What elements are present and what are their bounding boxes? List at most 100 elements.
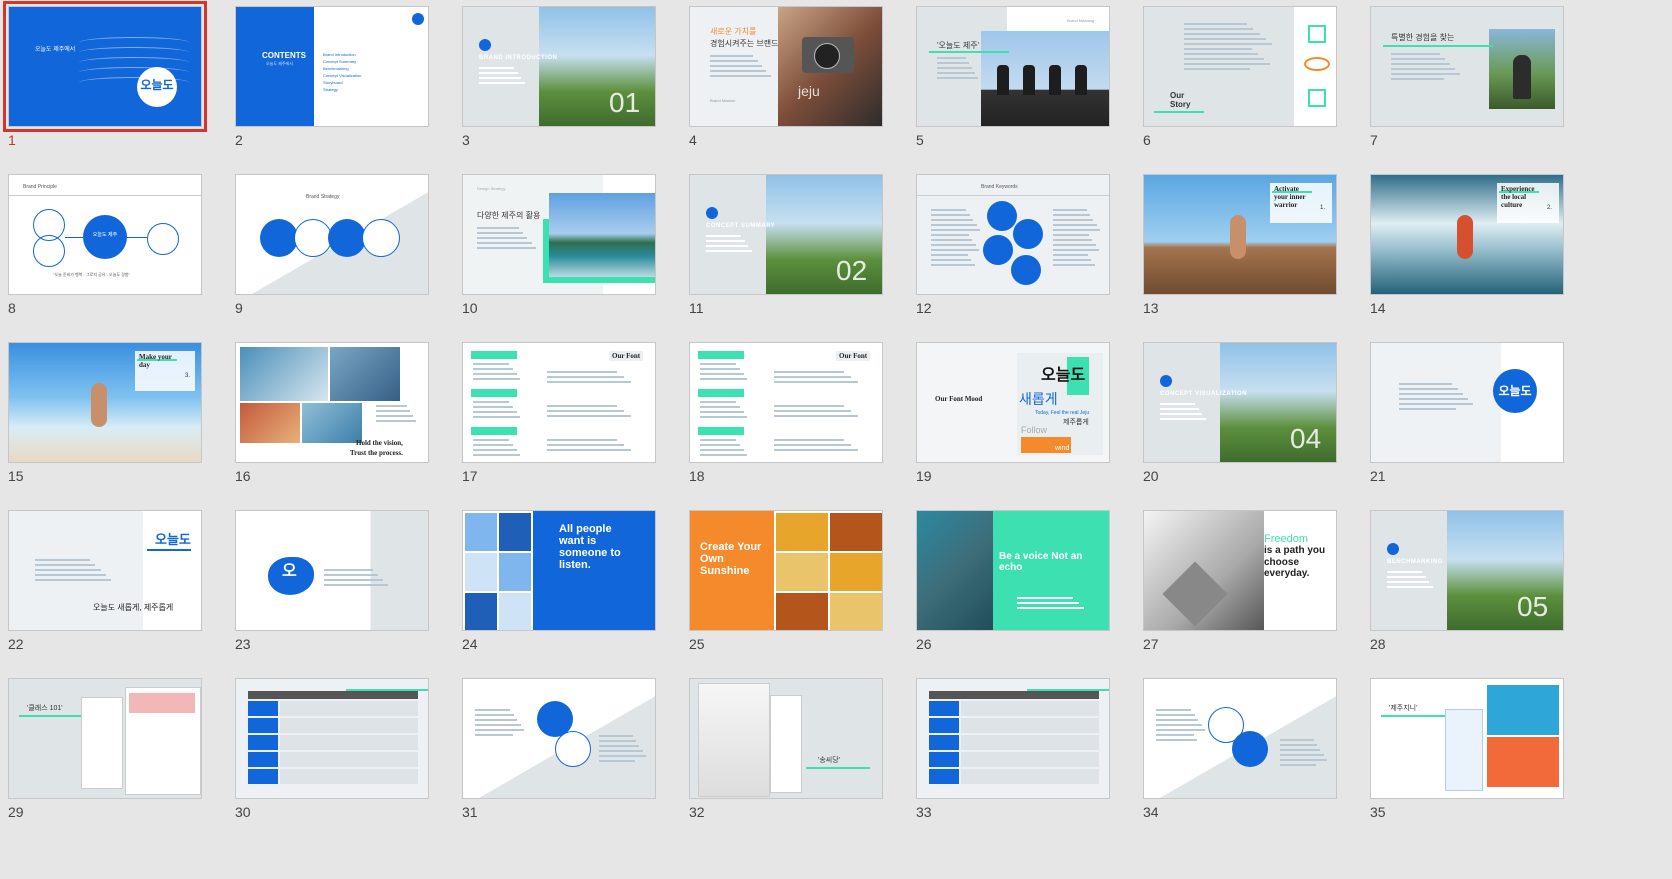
slide-17-preview[interactable]: Our Font [462, 342, 656, 463]
slide-10-preview[interactable]: Design Strategy 다양한 제주의 활용 [462, 174, 656, 295]
body-text-lines [1399, 383, 1475, 413]
slide-9-preview[interactable]: Brand Strategy [235, 174, 429, 295]
slide-tag: Brand Meaning [1067, 18, 1095, 23]
slide-thumbnail-34: 34 [1143, 678, 1337, 846]
logo-badge [1160, 375, 1172, 387]
body-text-lines [710, 55, 772, 80]
slide-number: 15 [8, 468, 24, 484]
slide-title: Our Font [836, 351, 871, 362]
slide-thumbnail-20: CONCEPT VISUALIZATION 04 20 [1143, 342, 1337, 510]
slide-34-preview[interactable] [1143, 678, 1337, 799]
slide-16-preview[interactable]: Hold the vision, Trust the process. [235, 342, 429, 463]
photo [917, 511, 993, 630]
slide-number: 33 [916, 804, 932, 820]
body-text-lines [700, 401, 752, 421]
screenshot-2 [1487, 737, 1559, 787]
mood-tile [830, 553, 882, 591]
body-text-lines [547, 371, 647, 386]
slide-number: 18 [689, 468, 705, 484]
table-row-cell [280, 701, 418, 716]
slide-33-preview[interactable] [916, 678, 1110, 799]
principle-quote: "오늘 준비가 행복 - 그로지 공유 - 오늘도 경험" [53, 272, 130, 277]
slide-31-preview[interactable] [462, 678, 656, 799]
slide-4-preview[interactable]: 새로운 가치를 경험시켜주는 브랜드 Brand Mission jeju [689, 6, 883, 127]
slide-25-preview[interactable]: Create Your Own Sunshine [689, 510, 883, 631]
body-text-lines [599, 735, 647, 765]
slide-title: '오늘도 제주' [937, 41, 980, 50]
slide-title: Brand Strategy [306, 194, 340, 200]
icon-1 [1308, 25, 1326, 43]
slide-18-preview[interactable]: Our Font [689, 342, 883, 463]
slide-24-preview[interactable]: All people want is someone to listen. [462, 510, 656, 631]
slide-2-preview[interactable]: CONTENTS 오늘도 제주에서 Brand Introduction Concep… [235, 6, 429, 127]
slide-20-preview[interactable]: CONCEPT VISUALIZATION 04 [1143, 342, 1337, 463]
contents-item: Strategy [323, 87, 338, 92]
section-title: BRAND INTRODUCTION [479, 55, 558, 61]
connector [127, 237, 147, 238]
accent-line [1154, 111, 1204, 113]
slide-number: 28 [1370, 636, 1386, 652]
slide-32-preview[interactable]: '송씨당' [689, 678, 883, 799]
slide-11-preview[interactable]: CONCEPT SUMMARY 02 [689, 174, 883, 295]
slide-index: 1. [1320, 205, 1326, 211]
slide-8-preview[interactable]: Brand Principle 오늘도 제주 "오늘 준비가 행복 - 그로지 공유… [8, 174, 202, 295]
slide-27-preview[interactable]: Freedom is a path you choose everyday. [1143, 510, 1337, 631]
slide-number: 20 [1143, 468, 1159, 484]
slide-3-preview[interactable]: BRAND INTRODUCTION 01 [462, 6, 656, 127]
logo-badge [706, 207, 718, 219]
slide-35-preview[interactable]: '제주지니' [1370, 678, 1564, 799]
slide-28-preview[interactable]: BENCHMARKING 05 [1370, 510, 1564, 631]
slide-thumbnail-11: CONCEPT SUMMARY 02 11 [689, 174, 883, 342]
slide-thumbnail-30: 30 [235, 678, 429, 846]
slide-number: 14 [1370, 300, 1386, 316]
section-title: BENCHMARKING [1387, 559, 1443, 565]
header-line [9, 195, 201, 196]
slide-title: Our Font Mood [935, 395, 983, 403]
slide-title: Our Story [1170, 91, 1191, 110]
body-text-lines [35, 559, 113, 584]
slide-thumbnail-19: Our Font Mood 오늘도 새롭게 Today, Feel the real … [916, 342, 1110, 510]
screenshot-1 [1487, 685, 1559, 735]
slide-thumbnail-27: Freedom is a path you choose everyday. 27 [1143, 510, 1337, 678]
keyword-circle-1 [987, 201, 1017, 231]
slide-12-preview[interactable]: Brand Keywords [916, 174, 1110, 295]
slide-number: 24 [462, 636, 478, 652]
slide-number: 34 [1143, 804, 1159, 820]
slide-number: 2 [235, 132, 243, 148]
slide-30-preview[interactable] [235, 678, 429, 799]
slide-21-preview[interactable]: 오늘도 [1370, 342, 1564, 463]
brand-logo: 오늘도 [155, 532, 191, 547]
mood-tile [776, 553, 828, 591]
slide-29-preview[interactable]: '클래스 101' [8, 678, 202, 799]
slide-7-preview[interactable]: 특별한 경험을 찾는 [1370, 6, 1564, 127]
slide-13-preview[interactable]: Activate your inner warrior 1. [1143, 174, 1337, 295]
font-sample-tag [471, 351, 517, 359]
slide-22-preview[interactable]: 오늘도 오늘도 새롭게, 제주롭게 [8, 510, 202, 631]
slide-5-preview[interactable]: '오늘도 제주' Brand Meaning [916, 6, 1110, 127]
accent-line [806, 767, 870, 769]
font-sample-tag [471, 389, 517, 397]
font-sample-tag [471, 427, 517, 435]
slide-19-preview[interactable]: Our Font Mood 오늘도 새롭게 Today, Feel the real … [916, 342, 1110, 463]
slide-6-preview[interactable]: Our Story [1143, 6, 1337, 127]
slide-number: 7 [1370, 132, 1378, 148]
body-text-lines [1391, 53, 1461, 83]
slide-1-preview[interactable]: 오늘도 제주에서 오늘도 [3, 1, 207, 132]
slide-15-preview[interactable]: Make your day 3. [8, 342, 202, 463]
slide-title: Activate your inner warrior [1274, 185, 1306, 210]
slide-number: 22 [8, 636, 24, 652]
slide-26-preview[interactable]: Be a voice Not an echo [916, 510, 1110, 631]
slide-number: 4 [689, 132, 697, 148]
slide-index: 2. [1547, 205, 1553, 211]
main-circle [1232, 731, 1268, 767]
screenshot-1 [698, 683, 770, 797]
slide-thumbnail-29: '클래스 101' 29 [8, 678, 202, 846]
table-row-label [929, 752, 959, 767]
icon-2 [1304, 57, 1330, 71]
slide-title: '제주지니' [1389, 705, 1418, 712]
body-text-lines [700, 363, 752, 383]
table-row-cell [961, 735, 1099, 750]
slide-23-preview[interactable]: 오 [235, 510, 429, 631]
slide-14-preview[interactable]: Experience the local culture 2. [1370, 174, 1564, 295]
table-row-label [248, 769, 278, 784]
